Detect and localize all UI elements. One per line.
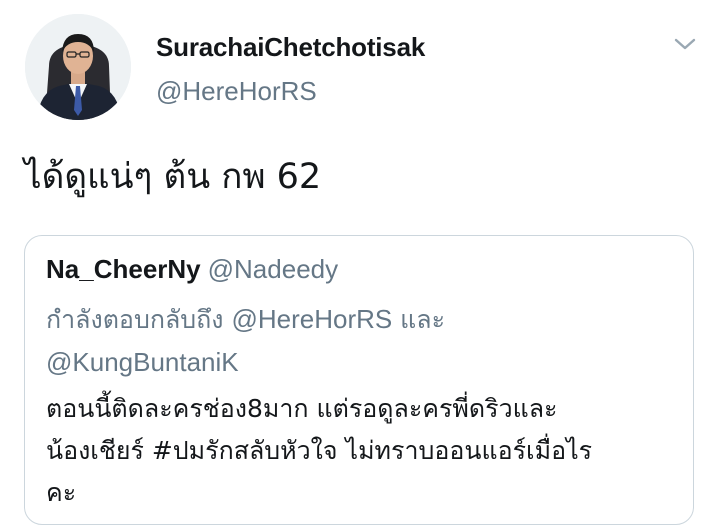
quoted-text-line: น้องเชียร์ #ปมรักสลับหัวใจ ไม่ทราบออนแอร… <box>46 430 676 472</box>
profile-photo-icon <box>25 14 131 120</box>
replying-to-line: กำลังตอบกลับถึง @HereHorRS และ @KungBunt… <box>46 298 666 384</box>
tweet-card: SurachaiChetchotisak @HereHorRS ได้ดูแน่… <box>0 0 720 530</box>
tweet-text: ได้ดูแน่ๆ ต้น กพ 62 <box>24 157 322 197</box>
hashtag-link[interactable]: #ปมรักสลับหัวใจ <box>152 436 338 465</box>
quoted-user-handle: @Nadeedy <box>207 254 339 284</box>
quoted-tweet-header: Na_CheerNy @Nadeedy <box>46 254 338 285</box>
quoted-display-name: Na_CheerNy <box>46 254 201 284</box>
quoted-text-segment: ไม่ทราบออนแอร์เมื่อไร <box>345 436 593 465</box>
display-name[interactable]: SurachaiChetchotisak <box>156 32 425 63</box>
reply-mention-link[interactable]: @HereHorRS <box>231 304 392 334</box>
avatar[interactable] <box>25 14 131 120</box>
quoted-text-line: คะ <box>46 478 77 507</box>
replying-to-label: กำลังตอบกลับถึง <box>46 305 224 334</box>
quoted-text-line: ตอนนี้ติดละครช่อง8มาก แต่รอดูละครพี่ดริว… <box>46 394 558 423</box>
chevron-down-icon[interactable] <box>672 34 698 54</box>
reply-mention-link[interactable]: @KungBuntaniK <box>46 347 239 377</box>
quoted-tweet-text: ตอนนี้ติดละครช่อง8มาก แต่รอดูละครพี่ดริว… <box>46 388 676 514</box>
quoted-tweet[interactable]: Na_CheerNy @Nadeedy กำลังตอบกลับถึง @Here… <box>24 235 694 525</box>
user-handle[interactable]: @HereHorRS <box>156 76 317 107</box>
replying-to-joiner: และ <box>400 305 446 334</box>
quoted-text-segment: น้องเชียร์ <box>46 436 144 465</box>
